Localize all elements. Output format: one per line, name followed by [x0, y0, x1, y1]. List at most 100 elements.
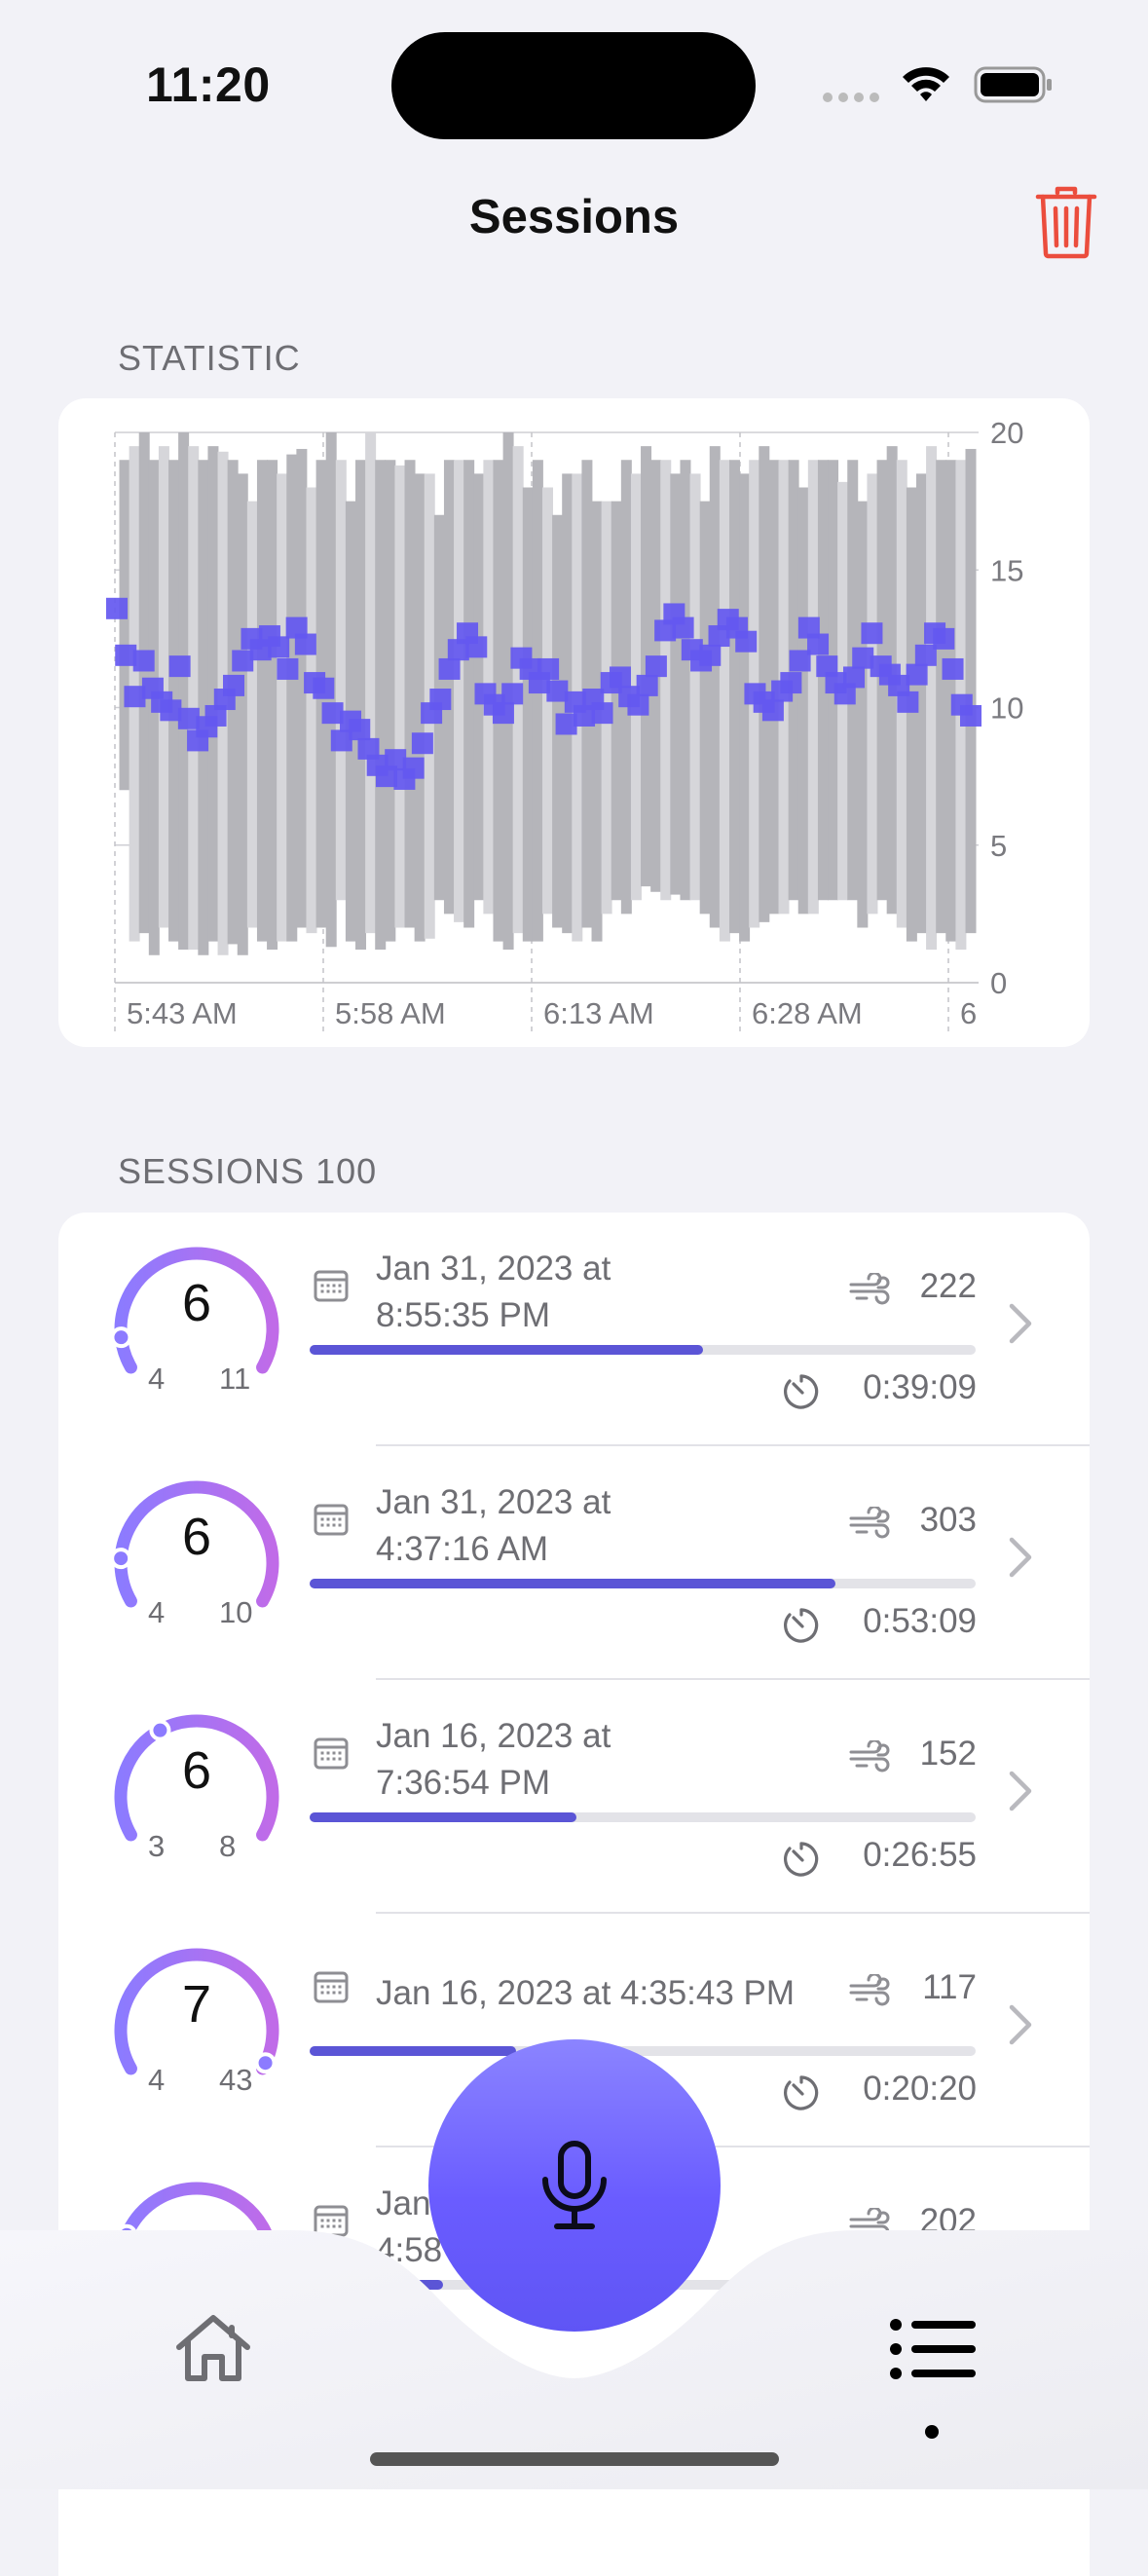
range-bar [857, 501, 869, 928]
range-bar [680, 460, 691, 901]
range-bar [728, 460, 740, 934]
trash-icon[interactable] [1034, 185, 1098, 259]
range-bar [906, 487, 917, 942]
gauge-average: 6 [181, 1741, 212, 1800]
gauge-min: 3 [148, 1829, 166, 1863]
data-point [223, 674, 245, 696]
chart-x-axis: 5:43 AM 5:58 AM 6:13 AM 6:28 AM 6 [127, 996, 977, 1030]
session-duration: 0:20:20 [863, 2070, 977, 2108]
session-date: Jan 16, 2023 at 7:36:54 PM [376, 1717, 611, 1802]
gauge-max: 10 [219, 1595, 253, 1629]
session-date: Jan 16, 2023 at 4:35:43 PM [376, 1974, 796, 2012]
range-bar [256, 460, 268, 942]
page-title: Sessions [468, 191, 680, 243]
session-row[interactable]: 6 3 8 Jan 16, 2023 at 7:36:54 PM 152 0:26:55 [58, 1680, 1090, 1914]
range-bar [660, 460, 672, 901]
data-point [294, 633, 316, 655]
range-bar [355, 460, 367, 951]
chevron-right-icon[interactable] [1008, 1302, 1033, 1345]
data-point [780, 672, 802, 694]
data-point [906, 663, 928, 686]
home-tab-icon[interactable] [175, 2314, 251, 2382]
x-tick-label: 6:28 AM [752, 996, 863, 1030]
wind-icon [849, 1507, 890, 1539]
session-row[interactable]: 6 4 10 Jan 31, 2023 at 4:37:16 AM 303 0:53:09 [58, 1446, 1090, 1680]
battery-icon [974, 66, 1052, 103]
statistic-chart: 20 15 10 5 0 5:43 AM 5:58 AM 6:13 AM 6:28 AM 6 [106, 416, 1023, 1033]
data-point [636, 674, 658, 696]
data-point [277, 657, 299, 680]
data-point [591, 702, 613, 725]
chevron-right-icon[interactable] [1008, 2003, 1033, 2046]
data-point [106, 597, 128, 619]
data-point [942, 657, 964, 680]
chart-y-axis: 20 15 10 5 0 [990, 416, 1023, 1000]
range-bar [119, 460, 130, 791]
range-bar [463, 460, 475, 928]
range-bar [178, 432, 190, 951]
session-progress-fill [310, 1812, 576, 1822]
range-bar [237, 473, 248, 955]
data-point [807, 633, 830, 655]
range-bar [394, 465, 406, 928]
data-point [861, 622, 883, 645]
session-progress-bar [310, 2046, 976, 2056]
gauge-average: 6 [181, 1508, 212, 1566]
session-date: Jan 31, 2023 at 4:37:16 AM [376, 1483, 611, 1568]
data-point [349, 719, 371, 741]
timer-icon [784, 2075, 819, 2110]
session-progress-bar [310, 1345, 976, 1355]
chevron-right-icon[interactable] [1008, 1770, 1033, 1812]
gauge-max: 11 [219, 1362, 251, 1396]
list-tab-icon[interactable] [890, 2319, 976, 2379]
x-tick-label: 6 [960, 996, 977, 1030]
session-progress-fill [310, 2046, 517, 2056]
range-bar [443, 460, 455, 915]
calendar-icon [314, 1737, 349, 1770]
range-bar [286, 454, 298, 942]
data-point [897, 691, 919, 713]
cellular-signal-icon [823, 93, 879, 102]
y-tick-label: 20 [990, 416, 1023, 450]
x-tick-label: 5:58 AM [335, 996, 446, 1030]
chevron-right-icon[interactable] [1008, 1536, 1033, 1579]
statistic-section-label: STATISTIC [118, 338, 301, 378]
gauge-min: 4 [148, 1362, 166, 1396]
data-point [268, 636, 290, 658]
range-bar [719, 460, 730, 942]
data-point [168, 655, 191, 678]
range-bar [335, 460, 347, 901]
data-point [735, 630, 758, 653]
data-point [933, 627, 955, 650]
y-tick-label: 5 [990, 829, 1007, 863]
range-bar [532, 460, 543, 942]
range-bar [926, 446, 938, 951]
status-time: 11:20 [146, 57, 271, 112]
range-bar [867, 473, 878, 915]
calendar-icon [314, 1270, 349, 1302]
range-bar [807, 460, 819, 915]
data-point [627, 693, 649, 716]
range-bar [670, 473, 682, 895]
gauge-max: 43 [219, 2063, 253, 2097]
session-date: Jan 31, 2023 at 8:55:35 PM [376, 1250, 611, 1334]
session-progress-fill [310, 1345, 703, 1355]
range-bar [454, 460, 465, 922]
data-point [429, 689, 452, 711]
selected-tab-indicator [925, 2425, 939, 2439]
data-point [537, 657, 560, 680]
timer-icon [784, 1608, 819, 1643]
data-point [699, 644, 722, 666]
session-duration: 0:53:09 [863, 1602, 977, 1640]
range-bar [709, 446, 721, 928]
statistic-card: 20 15 10 5 0 5:43 AM 5:58 AM 6:13 AM 6:28 AM 6 [58, 398, 1090, 1047]
range-bar [404, 460, 416, 928]
sessions-section-label: SESSIONS 100 [118, 1151, 378, 1191]
range-bar [306, 487, 317, 934]
gauge-min: 4 [148, 2063, 166, 2097]
range-bar [936, 460, 947, 934]
session-row[interactable]: 6 4 11 Jan 31, 2023 at 8:55:35 PM 222 0:39:09 [58, 1213, 1090, 1446]
data-point [501, 683, 524, 705]
data-point [960, 704, 981, 727]
session-breath-count: 152 [919, 1735, 977, 1773]
